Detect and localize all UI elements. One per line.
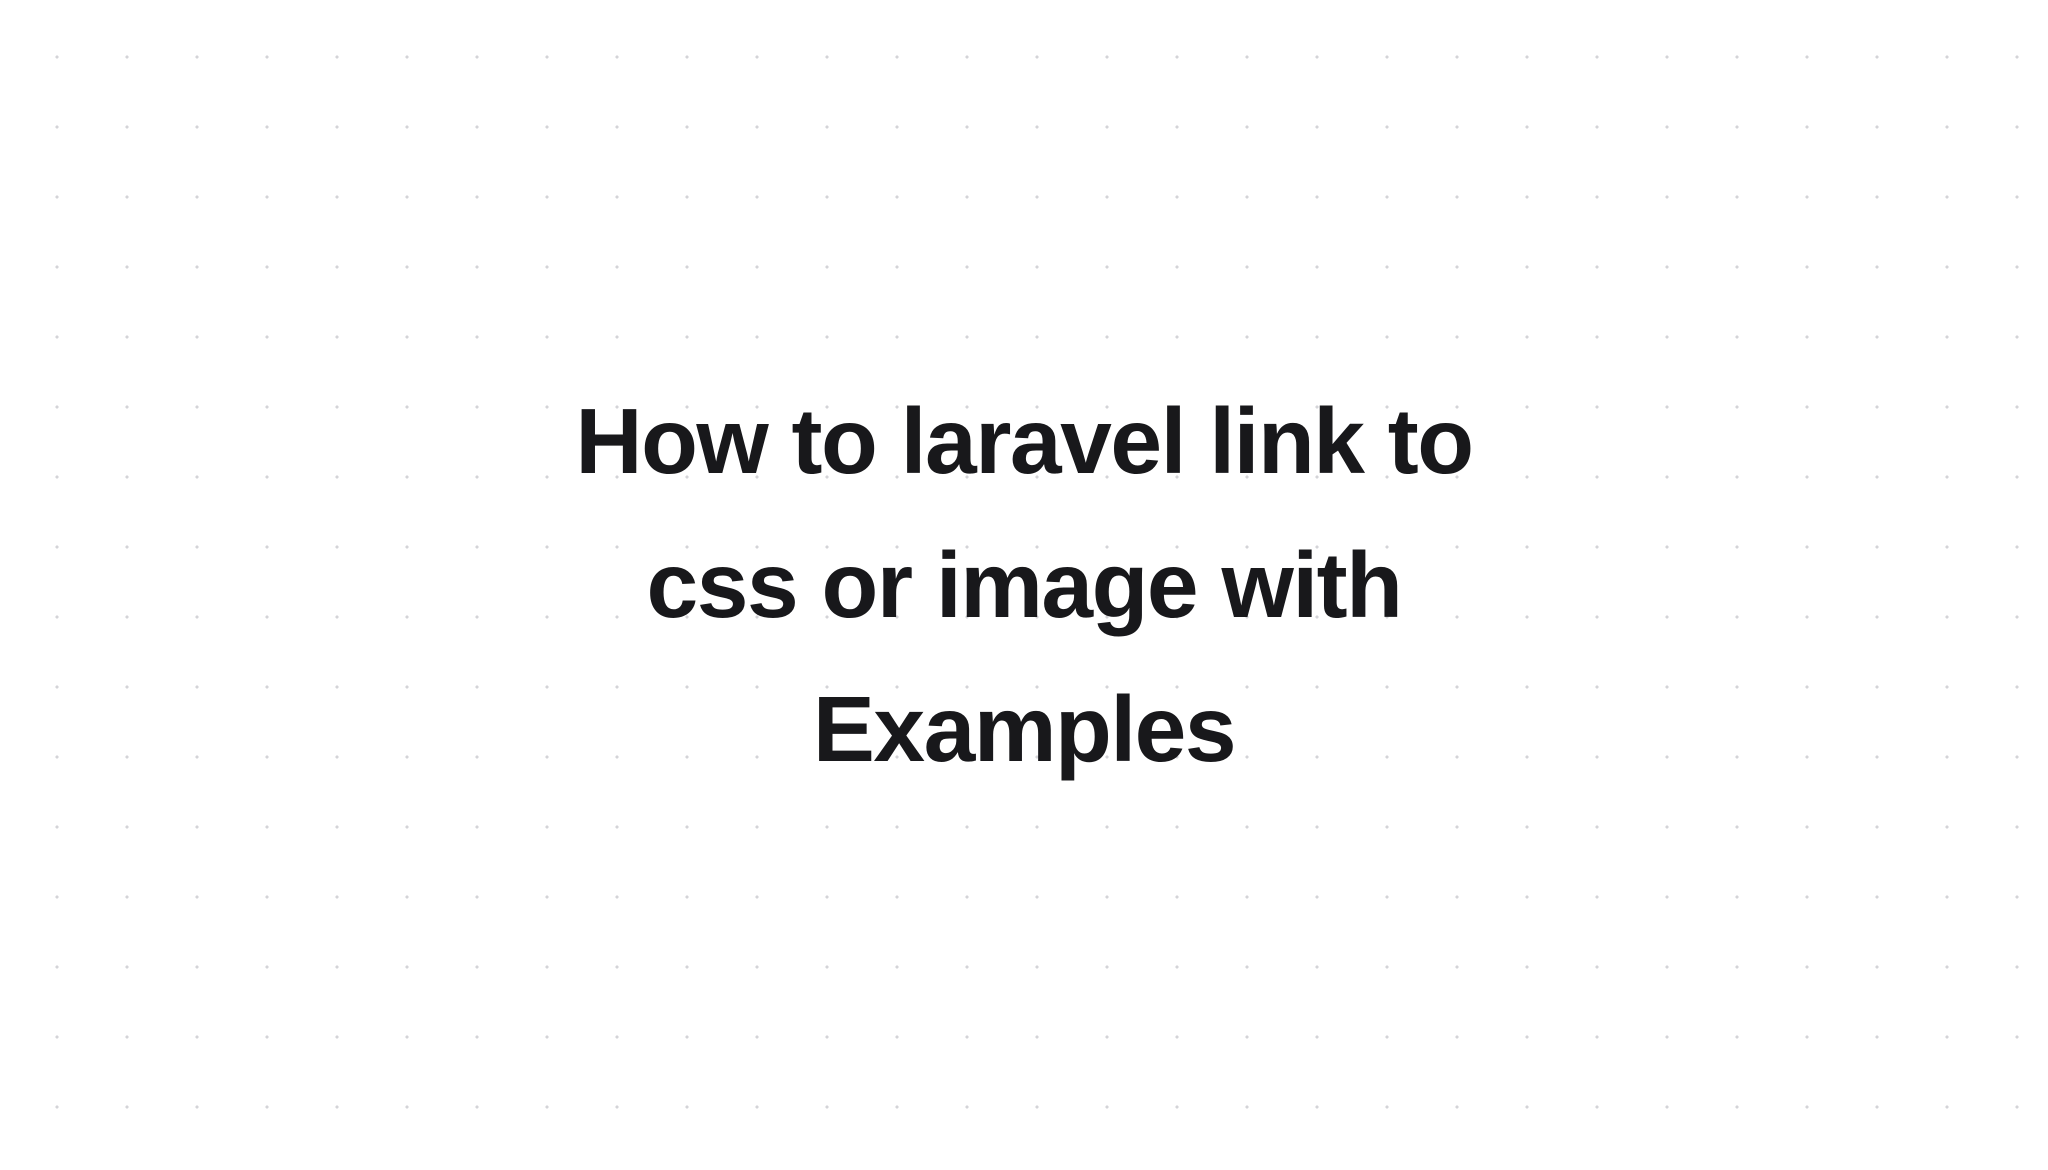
page-title: How to laravel link to css or image with… [514, 369, 1534, 801]
title-container: How to laravel link to css or image with… [474, 369, 1574, 801]
